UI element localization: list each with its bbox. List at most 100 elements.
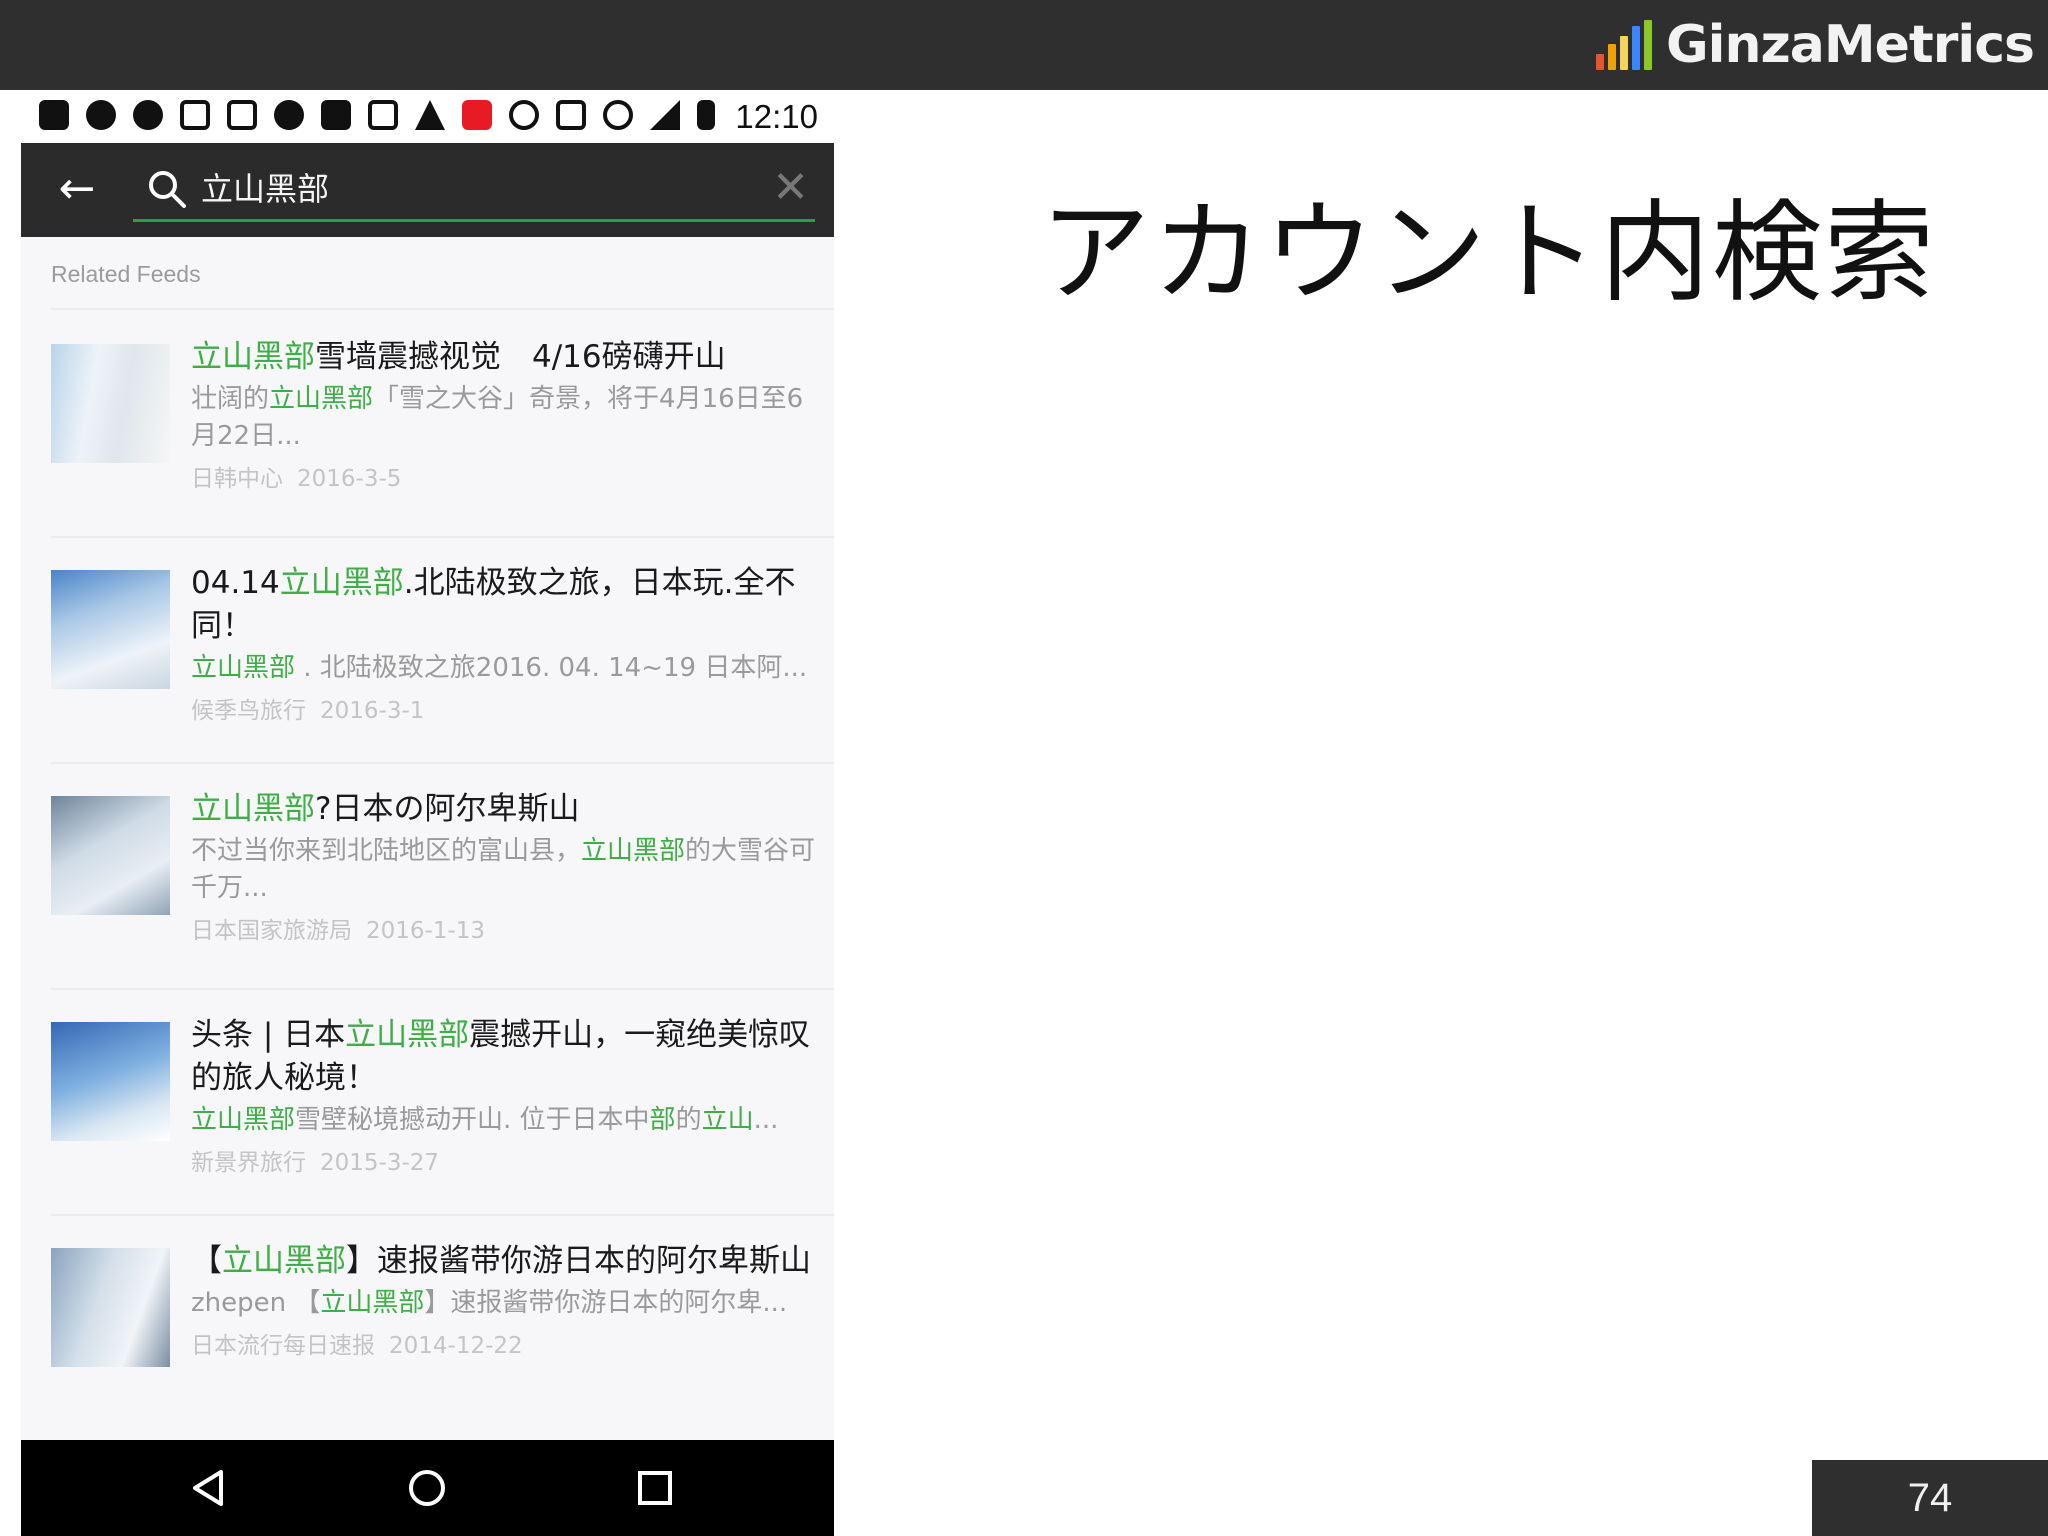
feed-source: 候季鸟旅行 bbox=[191, 698, 306, 724]
page-number-box: 74 bbox=[1812, 1460, 2048, 1536]
feed-title[interactable]: 立山黑部雪墙震撼视觉 4/16磅礴开山 bbox=[191, 336, 821, 379]
feed-date: 2016-3-5 bbox=[297, 466, 402, 492]
warning-icon bbox=[415, 100, 445, 130]
search-query[interactable]: 立山黑部 bbox=[201, 167, 329, 211]
feed-meta: 日本流行每日速报 2014-12-22 bbox=[191, 1328, 821, 1364]
gmail-icon bbox=[180, 100, 210, 130]
highlighted-keyword: 立山黑部 bbox=[279, 565, 404, 601]
vibrate-icon bbox=[556, 100, 586, 130]
feed-item[interactable]: 立山黑部雪墙震撼视觉 4/16磅礴开山 壮阔的立山黑部「雪之大谷」奇景，将于4月1… bbox=[21, 312, 834, 538]
feed-source: 日韩中心 bbox=[191, 466, 283, 492]
feed-title-text: 【 bbox=[191, 1243, 222, 1279]
search-icon bbox=[149, 171, 186, 208]
feed-title[interactable]: 立山黑部?日本の阿尔卑斯山 bbox=[191, 788, 821, 831]
feed-summary-text: 】速报酱带你游日本的阿尔卑... bbox=[424, 1288, 788, 1318]
feed-title-text: 头条 | 日本 bbox=[191, 1017, 346, 1053]
feed-meta: 日本国家旅游局 2016-1-13 bbox=[191, 913, 821, 949]
status-time: 12:10 bbox=[735, 98, 818, 135]
infinity-icon bbox=[509, 100, 539, 130]
feed-thumbnail[interactable] bbox=[51, 344, 170, 463]
feed-title-text: ?日本の阿尔卑斯山 bbox=[315, 791, 580, 827]
feed-title[interactable]: 【立山黑部】速报酱带你游日本的阿尔卑斯山 bbox=[191, 1240, 821, 1283]
feed-summary: 壮阔的立山黑部「雪之大谷」奇景，将于4月16日至6月22日... bbox=[191, 381, 821, 455]
feed-body: 04.14立山黑部.北陆极致之旅，日本玩.全不同！ 立山黑部 . 北陆极致之旅20… bbox=[191, 562, 821, 729]
triangle-back-icon[interactable] bbox=[179, 1458, 239, 1518]
bar-chart-logo-icon bbox=[1596, 20, 1656, 70]
feed-title[interactable]: 头条 | 日本立山黑部震撼开山，一窥绝美惊叹的旅人秘境！ bbox=[191, 1014, 821, 1100]
feed-summary-text: ... bbox=[753, 1105, 779, 1135]
feed-item[interactable]: 04.14立山黑部.北陆极致之旅，日本玩.全不同！ 立山黑部 . 北陆极致之旅20… bbox=[21, 538, 834, 764]
feed-summary: 立山黑部雪壁秘境撼动开山. 位于日本中部的立山... bbox=[191, 1102, 821, 1139]
highlighted-keyword: 立山黑部 bbox=[581, 836, 686, 866]
highlighted-keyword: 立山黑部 bbox=[269, 384, 374, 414]
feed-source: 日本国家旅游局 bbox=[191, 918, 352, 944]
page-number: 74 bbox=[1907, 1476, 1953, 1520]
signal-icon bbox=[650, 100, 680, 130]
highlighted-keyword: 部 bbox=[649, 1105, 676, 1135]
feed-summary: 立山黑部 . 北陆极致之旅2016. 04. 14~19 日本阿... bbox=[191, 650, 821, 687]
feed-thumbnail[interactable] bbox=[51, 1022, 170, 1141]
feed-thumbnail[interactable] bbox=[51, 570, 170, 689]
feed-summary-text: 壮阔的 bbox=[191, 384, 270, 414]
feed-meta: 候季鸟旅行 2016-3-1 bbox=[191, 693, 821, 729]
feed-meta: 日韩中心 2016-3-5 bbox=[191, 461, 821, 497]
feed-date: 2015-3-27 bbox=[320, 1150, 440, 1176]
notification-icons bbox=[39, 100, 732, 130]
feed-title-text: 04.14 bbox=[191, 565, 280, 601]
feed-source: 日本流行每日速报 bbox=[191, 1333, 375, 1359]
feed-body: 立山黑部雪墙震撼视觉 4/16磅礴开山 壮阔的立山黑部「雪之大谷」奇景，将于4月1… bbox=[191, 336, 821, 497]
alarm-icon bbox=[603, 100, 633, 130]
message-icon bbox=[39, 100, 69, 130]
close-icon[interactable]: ✕ bbox=[772, 163, 809, 213]
feed-summary-text: 的 bbox=[675, 1105, 702, 1135]
status-bar: 12:10 bbox=[21, 90, 834, 143]
messenger-icon bbox=[86, 100, 116, 130]
feed-body: 头条 | 日本立山黑部震撼开山，一窥绝美惊叹的旅人秘境！ 立山黑部雪壁秘境撼动开山… bbox=[191, 1014, 821, 1181]
feed-date: 2016-3-1 bbox=[320, 698, 425, 724]
mail-icon bbox=[227, 100, 257, 130]
brand-name: GinzaMetrics bbox=[1666, 15, 2035, 75]
feed-title-text: 雪墙震撼视觉 4/16磅礴开山 bbox=[315, 339, 726, 375]
feed-item[interactable]: 立山黑部?日本の阿尔卑斯山 不过当你来到北陆地区的富山县，立山黑部的大雪谷可千万.… bbox=[21, 764, 834, 990]
feed-body: 【立山黑部】速报酱带你游日本的阿尔卑斯山 zhepen 【立山黑部】速报酱带你游日… bbox=[191, 1240, 821, 1364]
highlighted-keyword: 立山黑部 bbox=[191, 339, 315, 375]
feed-summary-text: 不过当你来到北陆地区的富山县， bbox=[191, 836, 582, 866]
feed-meta: 新景界旅行 2015-3-27 bbox=[191, 1145, 821, 1181]
phone-screenshot: 12:10 ← 立山黑部 ✕ Related Feeds 立山黑部雪墙震撼视觉 … bbox=[21, 90, 834, 1536]
highlighted-keyword: 立山黑部 bbox=[191, 653, 296, 683]
search-input[interactable]: 立山黑部 ✕ bbox=[133, 159, 815, 222]
feed-item[interactable]: 【立山黑部】速报酱带你游日本的阿尔卑斯山 zhepen 【立山黑部】速报酱带你游日… bbox=[21, 1216, 834, 1442]
arrow-left-icon[interactable]: ← bbox=[47, 159, 107, 219]
slide-header-bar: GinzaMetrics bbox=[0, 0, 2048, 90]
feed-thumbnail[interactable] bbox=[51, 1248, 170, 1367]
feed-date: 2016-1-13 bbox=[366, 918, 486, 944]
highlighted-keyword: 立山黑部 bbox=[191, 791, 315, 827]
highlighted-keyword: 立山黑部 bbox=[345, 1017, 470, 1053]
feed-summary-text: . 北陆极致之旅2016. 04. 14~19 日本阿... bbox=[295, 653, 808, 683]
square-recents-icon[interactable] bbox=[625, 1458, 685, 1518]
feed-summary: 不过当你来到北陆地区的富山县，立山黑部的大雪谷可千万... bbox=[191, 833, 821, 907]
search-header: ← 立山黑部 ✕ bbox=[21, 143, 834, 237]
divider bbox=[51, 308, 834, 310]
feed-title-text: 】速报酱带你游日本的阿尔卑斯山 bbox=[346, 1243, 811, 1279]
bird-icon bbox=[321, 100, 351, 130]
feed-body: 立山黑部?日本の阿尔卑斯山 不过当你来到北陆地区的富山县，立山黑部的大雪谷可千万.… bbox=[191, 788, 821, 949]
section-label: Related Feeds bbox=[51, 261, 201, 287]
android-icon bbox=[274, 100, 304, 130]
feed-thumbnail[interactable] bbox=[51, 796, 170, 915]
app-notification-icon bbox=[462, 100, 492, 130]
feed-title[interactable]: 04.14立山黑部.北陆极致之旅，日本玩.全不同！ bbox=[191, 562, 821, 648]
highlighted-keyword: 立山 bbox=[701, 1105, 754, 1135]
slide-title: アカウント内検索 bbox=[1040, 189, 1936, 317]
android-nav-bar bbox=[21, 1440, 834, 1536]
highlighted-keyword: 立山黑部 bbox=[222, 1243, 346, 1279]
feed-summary-text: 雪壁秘境撼动开山. 位于日本中 bbox=[295, 1105, 650, 1135]
highlighted-keyword: 立山黑部 bbox=[320, 1288, 425, 1318]
battery-icon bbox=[697, 100, 715, 130]
feed-item[interactable]: 头条 | 日本立山黑部震撼开山，一窥绝美惊叹的旅人秘境！ 立山黑部雪壁秘境撼动开山… bbox=[21, 990, 834, 1216]
feed-summary: zhepen 【立山黑部】速报酱带你游日本的阿尔卑... bbox=[191, 1285, 821, 1322]
messenger-icon bbox=[133, 100, 163, 130]
image-icon bbox=[368, 100, 398, 130]
circle-home-icon[interactable] bbox=[397, 1458, 457, 1518]
feed-date: 2014-12-22 bbox=[389, 1333, 523, 1359]
